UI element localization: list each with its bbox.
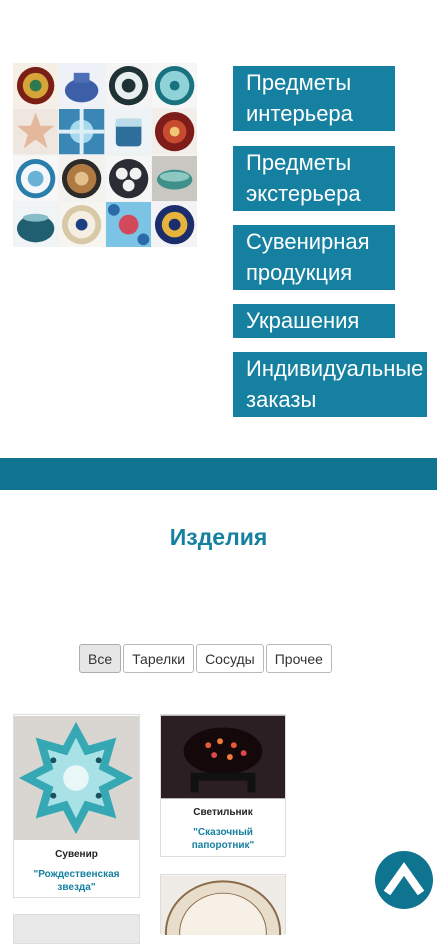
collage-tile [59, 63, 105, 109]
category-button-souvenirs[interactable]: Сувенирная продукция [233, 225, 395, 290]
product-image-plate [161, 875, 285, 935]
filter-vessels-button[interactable]: Сосуды [196, 644, 264, 673]
category-button-exterior[interactable]: Предметы экстерьера [233, 146, 395, 211]
collage-tile [105, 201, 151, 247]
chevron-up-icon [383, 862, 425, 896]
product-card[interactable] [13, 914, 140, 944]
collage-tile [105, 155, 151, 201]
product-image-lamp [161, 715, 285, 799]
ceramics-collage-image [13, 63, 197, 247]
product-category: Сувенир [55, 849, 98, 860]
product-card[interactable] [160, 874, 286, 935]
collage-tile [151, 109, 197, 155]
collage-tile [59, 201, 105, 247]
collage-tile [13, 63, 59, 109]
filter-all-button[interactable]: Все [79, 644, 122, 673]
collage-tile [151, 201, 197, 247]
category-button-jewelry[interactable]: Украшения [233, 304, 395, 338]
product-card[interactable]: Сувенир "Рождественская звезда" [13, 714, 140, 898]
section-divider-band [0, 458, 437, 490]
products-section-title: Изделия [169, 524, 268, 550]
collage-tile [151, 63, 197, 109]
collage-tile [59, 109, 105, 155]
filter-other-button[interactable]: Прочее [265, 644, 332, 673]
product-filter-bar: Все Тарелки Сосуды Прочее [79, 644, 332, 673]
scroll-to-top-button[interactable] [375, 851, 433, 909]
collage-tile [151, 155, 197, 201]
collage-tile [13, 201, 59, 247]
collage-tile [13, 155, 59, 201]
product-image-star [14, 715, 139, 841]
category-button-custom-orders[interactable]: Индивидуальные заказы [233, 352, 427, 417]
collage-tile [13, 109, 59, 155]
product-name-link[interactable]: "Рождественская звезда" [14, 868, 139, 894]
filter-plates-button[interactable]: Тарелки [123, 644, 195, 673]
collage-tile [59, 155, 105, 201]
product-category: Светильник [193, 807, 253, 818]
collage-tile [105, 63, 151, 109]
product-name-link[interactable]: "Сказочный папоротник" [161, 826, 285, 852]
product-card[interactable]: Светильник "Сказочный папоротник" [160, 714, 286, 857]
collage-tile [105, 109, 151, 155]
category-button-interior[interactable]: Предметы интерьера [233, 66, 395, 131]
